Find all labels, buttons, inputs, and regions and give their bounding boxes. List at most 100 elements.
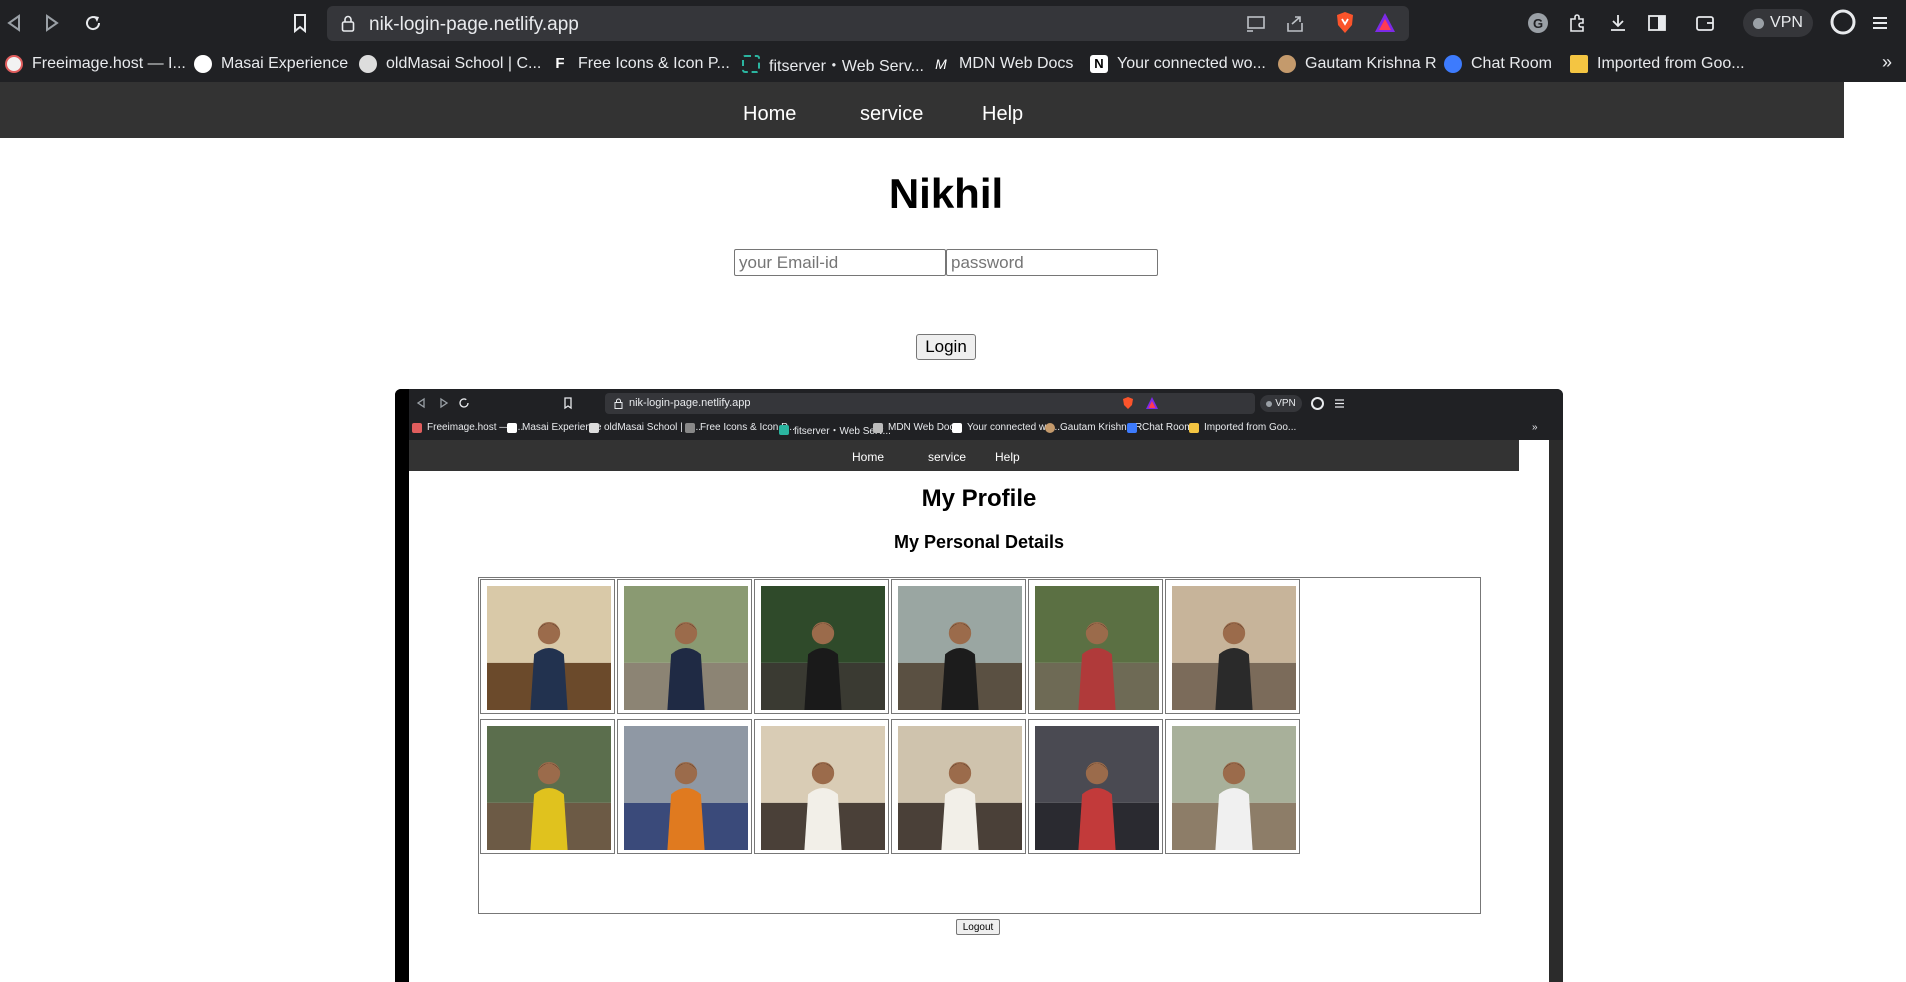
embedded-menu-icon (1335, 399, 1344, 408)
avatar-icon (1278, 55, 1296, 73)
photo-cell (1028, 719, 1163, 854)
embedded-address-bar: nik-login-page.netlify.app (605, 393, 1255, 414)
nav-service[interactable]: service (860, 103, 923, 126)
photo-cell (754, 579, 889, 714)
back-icon[interactable] (3, 12, 25, 34)
password-field[interactable] (946, 249, 1158, 276)
wallet-icon[interactable] (1693, 11, 1717, 35)
embedded-lock-icon (614, 398, 623, 409)
photo-cell (1028, 579, 1163, 714)
embedded-nav-help: Help (995, 450, 1020, 464)
bookmarks-overflow-button[interactable]: » (1882, 52, 1892, 73)
embedded-bookmarks-overflow: » (1532, 422, 1538, 433)
embedded-bookmarks-bar: Freeimage.host — I... Masai Experience o… (409, 418, 1563, 440)
photo-cell (480, 719, 615, 854)
folder-icon (1570, 55, 1588, 73)
photo-cell (891, 579, 1026, 714)
photo-cell (754, 719, 889, 854)
download-icon[interactable] (1606, 11, 1630, 35)
photo-bear-statue (1172, 586, 1296, 710)
photo-mossy-rocks (1035, 586, 1159, 710)
bookmark-notion[interactable]: N Your connected wo... (1090, 53, 1266, 75)
embedded-bookmark: Your connected wo... (952, 422, 1060, 433)
bookmark-oldmasai[interactable]: oldMasai School | C... (359, 53, 541, 75)
profile-screenshot: nik-login-page.netlify.app VPN Freeimage… (395, 389, 1563, 982)
photo-yellow-sweater-bench (487, 726, 611, 850)
photo-cell (480, 579, 615, 714)
forward-icon[interactable] (41, 12, 63, 34)
embedded-nav-service: service (928, 450, 967, 464)
embedded-reload-icon (459, 398, 469, 408)
bookmark-masai-experience[interactable]: Masai Experience (194, 53, 348, 75)
brave-rewards-icon[interactable] (1373, 11, 1395, 32)
photo-waterfall-side (898, 586, 1022, 710)
photo-dinner-table (487, 586, 611, 710)
grammarly-icon[interactable]: G (1526, 11, 1550, 35)
vpn-label: VPN (1770, 14, 1803, 31)
photo-gallery (478, 577, 1481, 914)
globe-icon (359, 55, 377, 73)
nav-home[interactable]: Home (743, 103, 796, 126)
bookmark-icon[interactable] (288, 11, 312, 35)
photo-white-kurta-2 (898, 726, 1022, 850)
embedded-vpn-status-icon (1266, 400, 1273, 407)
photo-cell (1165, 719, 1300, 854)
vpn-status-icon (1753, 17, 1765, 29)
svg-text:G: G (1533, 16, 1543, 31)
nav-help[interactable]: Help (982, 103, 1023, 126)
login-button[interactable]: Login (916, 334, 976, 360)
page-title: Nikhil (888, 170, 1004, 217)
photo-waterfall-rock (761, 586, 885, 710)
bookmark-freeimage[interactable]: Freeimage.host — I... (5, 53, 186, 75)
menu-icon[interactable] (1868, 11, 1892, 35)
freeimage-icon (5, 55, 23, 73)
screenshot-left-edge (395, 389, 409, 982)
sidebar-icon[interactable] (1645, 11, 1669, 35)
embedded-toolbar: nik-login-page.netlify.app VPN (409, 389, 1563, 418)
embedded-vpn-badge: VPN (1260, 395, 1302, 412)
profile-subtitle: My Personal Details (893, 532, 1065, 552)
bookmark-imported-folder[interactable]: Imported from Goo... (1570, 53, 1745, 75)
bookmark-gautam[interactable]: Gautam Krishna R (1278, 53, 1437, 75)
share-icon[interactable] (1284, 14, 1306, 34)
cast-icon[interactable] (1245, 14, 1267, 34)
embedded-bookmark: Masai Experience (507, 422, 601, 433)
masai-icon (194, 55, 212, 73)
bookmark-chat-room[interactable]: Chat Room (1444, 53, 1552, 75)
profile-icon[interactable] (1829, 8, 1857, 36)
flaticon-icon: F (555, 55, 565, 72)
embedded-nav-home: Home (852, 450, 885, 464)
embedded-forward-icon (440, 397, 449, 409)
address-bar[interactable]: nik-login-page.netlify.app (327, 6, 1409, 41)
url-text[interactable]: nik-login-page.netlify.app (369, 14, 579, 36)
embedded-brave-shield-icon (1123, 397, 1133, 409)
photo-orange-scarf (624, 726, 748, 850)
screenshot-right-edge (1549, 440, 1563, 982)
bookmarks-bar: Freeimage.host — I... Masai Experience o… (0, 46, 1906, 82)
bookmark-free-icons[interactable]: F Free Icons & Icon P... (551, 53, 729, 75)
photo-horse-street (1172, 726, 1296, 850)
bookmark-fitserver[interactable]: fitserver・Web Serv... (742, 53, 924, 75)
bookmark-mdn[interactable]: M MDN Web Docs (932, 53, 1073, 75)
embedded-bookmark: Chat Room (1127, 422, 1193, 433)
photo-cell (617, 719, 752, 854)
embedded-back-icon (416, 397, 425, 409)
photo-cell (1165, 579, 1300, 714)
photo-cell (891, 719, 1026, 854)
embedded-bookmark: Imported from Goo... (1189, 422, 1296, 433)
browser-toolbar: nik-login-page.netlify.app G VPN (0, 0, 1906, 46)
brave-shield-icon[interactable] (1334, 11, 1356, 33)
email-field[interactable] (734, 249, 946, 276)
embedded-brave-rewards-icon (1146, 397, 1158, 409)
mdn-icon: M (935, 56, 947, 72)
embedded-page: Home service Help My Profile My Personal… (409, 440, 1549, 982)
extensions-icon[interactable] (1566, 11, 1590, 35)
vpn-button[interactable]: VPN (1743, 9, 1813, 37)
notion-icon: N (1090, 55, 1108, 73)
fitserver-icon (742, 55, 760, 73)
embedded-nav: Home service Help (409, 440, 1519, 471)
embedded-bookmark-icon (564, 397, 572, 410)
photo-group-shop (1035, 726, 1159, 850)
reload-icon[interactable] (82, 12, 104, 34)
photo-with-horse (624, 586, 748, 710)
